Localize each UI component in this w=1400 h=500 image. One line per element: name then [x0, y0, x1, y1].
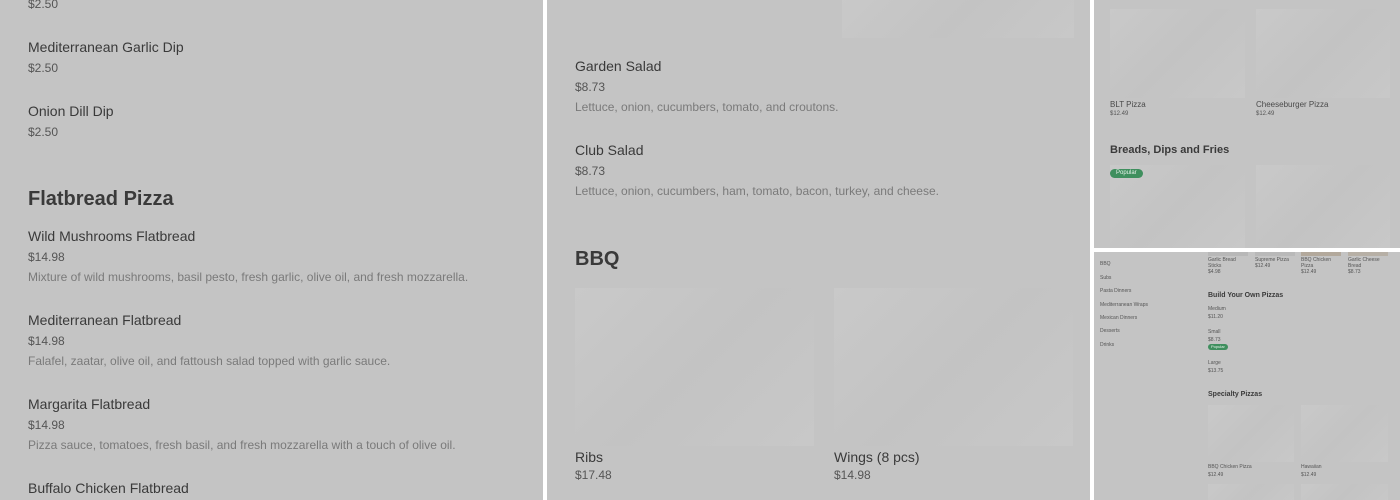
section-title: Breads, Dips and Fries: [1110, 144, 1230, 156]
item-image: [1110, 9, 1245, 98]
menu-card-image[interactable]: [1301, 484, 1388, 500]
item-image: [1255, 252, 1295, 256]
menu-item-margarita[interactable]: Margarita Flatbread $14.98 Pizza sauce, …: [28, 396, 456, 453]
item-price: $14.98: [834, 468, 871, 482]
item-image: [1256, 9, 1390, 98]
item-image: [1348, 252, 1388, 256]
item-image: [1208, 252, 1248, 256]
item-name: Mediterranean Flatbread: [28, 312, 182, 328]
item-description: Mixture of wild mushrooms, basil pesto, …: [28, 270, 469, 284]
item-price: $12.49: [1301, 269, 1317, 275]
item-price: $12.49: [1255, 263, 1271, 269]
flatbread-panel: $2.50 Mediterranean Garlic Dip $2.50 Oni…: [0, 0, 543, 500]
menu-card-wings[interactable]: Wings (8 pcs) $14.98: [834, 288, 1073, 483]
sidebar-item-subs[interactable]: Subs: [1100, 275, 1111, 281]
item-name: Medium: [1208, 306, 1226, 312]
item-name: Cheeseburger Pizza: [1256, 100, 1329, 109]
item-price: $12.49: [1208, 472, 1224, 478]
item-name: Ribs: [575, 449, 604, 465]
popular-badge: Popular: [1208, 344, 1228, 350]
menu-card-image[interactable]: [1208, 484, 1294, 500]
item-name: BBQ Chicken Pizza: [1301, 257, 1332, 269]
item-price: $8.73: [1348, 269, 1361, 275]
item-image: [1301, 405, 1388, 462]
menu-item-onion-dill-dip[interactable]: Onion Dill Dip $2.50: [28, 103, 114, 140]
item-name: Mediterranean Garlic Dip: [28, 39, 184, 55]
menu-card-garlic-cheese-bread[interactable]: Garlic Cheese Bread $8.73: [1348, 252, 1388, 275]
item-image: [834, 288, 1073, 446]
item-price: $14.98: [28, 334, 65, 348]
item-price: $8.73: [575, 164, 606, 178]
sidebar-item-bbq[interactable]: BBQ: [1100, 261, 1111, 267]
popular-badge: Popular: [1110, 169, 1143, 178]
menu-card-supreme-pizza[interactable]: Supreme Pizza $12.49: [1255, 252, 1295, 269]
menu-item-buffalo-chicken[interactable]: Buffalo Chicken Flatbread: [28, 480, 189, 497]
salads-bbq-panel: Garden Salad $8.73 Lettuce, onion, cucum…: [547, 0, 1090, 500]
item-price: $14.98: [28, 250, 65, 264]
menu-item-medium[interactable]: Medium $11.20: [1208, 306, 1226, 320]
menu-card-hawaiian[interactable]: Hawaiian $12.49: [1301, 405, 1388, 478]
item-price: $4.98: [1208, 269, 1221, 275]
menu-card-cheeseburger-pizza[interactable]: Cheeseburger Pizza $12.49: [1256, 9, 1390, 117]
item-description: Lettuce, onion, cucumbers, ham, tomato, …: [575, 184, 939, 198]
item-price: $2.50: [28, 0, 59, 11]
item-name: Garlic Cheese Bread: [1348, 257, 1380, 269]
sidebar-item-mediterranean-wraps[interactable]: Mediterranean Wraps: [1100, 302, 1148, 308]
item-name: Small: [1208, 329, 1221, 335]
item-price: $2.50: [28, 125, 59, 139]
item-image: [1301, 252, 1341, 256]
sidebar-item-drinks[interactable]: Drinks: [1100, 342, 1114, 348]
menu-card-garlic-bread-sticks[interactable]: Garlic Bread Sticks $4.98: [1208, 252, 1248, 275]
item-price: $12.49: [1256, 111, 1275, 117]
pizza-cards-panel: BLT Pizza $12.49 Cheeseburger Pizza $12.…: [1094, 0, 1400, 248]
section-title: Flatbread Pizza: [28, 188, 174, 210]
item-description: Pizza sauce, tomatoes, fresh basil, and …: [28, 438, 456, 452]
item-name: BLT Pizza: [1110, 100, 1146, 109]
menu-card-ribs[interactable]: Ribs $17.48: [575, 288, 814, 483]
menu-overview-panel: BBQ Subs Pasta Dinners Mediterranean Wra…: [1094, 252, 1400, 500]
sidebar-item-mexican-dinners[interactable]: Mexican Dinners: [1100, 315, 1137, 321]
item-image: [1208, 405, 1294, 462]
sidebar-item-pasta-dinners[interactable]: Pasta Dinners: [1100, 288, 1131, 294]
item-image[interactable]: [842, 0, 1074, 38]
item-name: Hawaiian: [1301, 464, 1322, 470]
menu-card-bbq-chicken-pizza[interactable]: BBQ Chicken Pizza $12.49: [1301, 252, 1341, 275]
item-price: $8.73: [575, 80, 606, 94]
item-name: Wild Mushrooms Flatbread: [28, 228, 196, 244]
item-price: $8.73: [1208, 337, 1221, 343]
menu-item-large[interactable]: Large $13.75: [1208, 360, 1223, 374]
item-price: $17.48: [575, 468, 612, 482]
menu-card-bbq-chicken-pizza[interactable]: BBQ Chicken Pizza $12.49: [1208, 405, 1294, 478]
item-name: Garden Salad: [575, 58, 662, 74]
item-description: Lettuce, onion, cucumbers, tomato, and c…: [575, 100, 839, 114]
item-name: Margarita Flatbread: [28, 396, 151, 412]
menu-item-garden-salad[interactable]: Garden Salad $8.73 Lettuce, onion, cucum…: [575, 58, 838, 115]
item-image: [575, 288, 814, 446]
menu-card-image[interactable]: [1256, 165, 1390, 248]
item-price: $12.49: [1110, 111, 1129, 117]
item-price: $12.49: [1301, 472, 1317, 478]
section-title: Specialty Pizzas: [1208, 391, 1263, 398]
item-name: Wings (8 pcs): [834, 449, 920, 465]
menu-item-mediterranean-flatbread[interactable]: Mediterranean Flatbread $14.98 Falafel, …: [28, 312, 390, 369]
item-name: Large: [1208, 360, 1221, 366]
item-price: $2.50: [28, 61, 59, 75]
item-description: Falafel, zaatar, olive oil, and fattoush…: [28, 354, 391, 368]
sidebar-item-desserts[interactable]: Desserts: [1100, 328, 1120, 334]
item-name: Club Salad: [575, 142, 644, 158]
item-price: $14.98: [28, 418, 65, 432]
menu-item-wild-mushrooms[interactable]: Wild Mushrooms Flatbread $14.98 Mixture …: [28, 228, 468, 285]
item-price: $13.75: [1208, 368, 1224, 374]
menu-card-blt-pizza[interactable]: BLT Pizza $12.49: [1110, 9, 1245, 117]
item-name: BBQ Chicken Pizza: [1208, 464, 1252, 470]
section-title: Build Your Own Pizzas: [1208, 292, 1284, 299]
section-title: BBQ: [575, 248, 620, 270]
item-name: Buffalo Chicken Flatbread: [28, 480, 189, 496]
item-price: $11.20: [1208, 314, 1223, 320]
menu-item-club-salad[interactable]: Club Salad $8.73 Lettuce, onion, cucumbe…: [575, 142, 939, 199]
menu-item-small[interactable]: Small $8.73: [1208, 329, 1221, 343]
item-name: Onion Dill Dip: [28, 103, 114, 119]
menu-item-garlic-dip[interactable]: Mediterranean Garlic Dip $2.50: [28, 39, 184, 76]
item-name: Garlic Bread Sticks: [1208, 257, 1236, 269]
